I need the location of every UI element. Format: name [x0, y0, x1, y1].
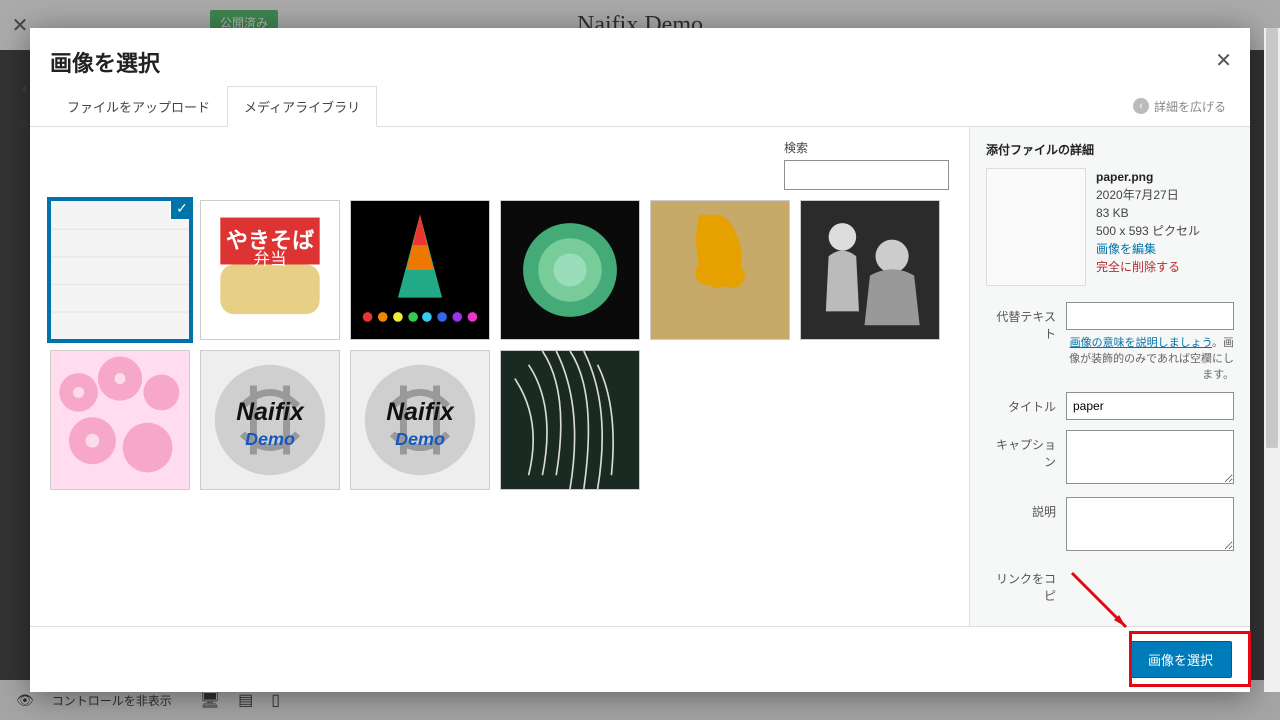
attachment-details: 添付ファイルの詳細 paper.png 2020年7月27日 83 KB 500…	[970, 127, 1250, 626]
close-icon[interactable]: ✕	[1215, 48, 1232, 73]
link-label: リンクをコピ	[986, 564, 1066, 604]
caption-label: キャプション	[986, 430, 1066, 470]
media-modal: 画像を選択 ✕ ファイルをアップロード メディアライブラリ ‹ 詳細を広げる 検…	[30, 28, 1250, 692]
thumb-bear[interactable]	[650, 200, 790, 340]
scrollbar-thumb[interactable]	[1266, 28, 1278, 448]
thumb-naifix-1[interactable]: Naifix Demo	[200, 350, 340, 490]
select-image-button[interactable]: 画像を選択	[1129, 641, 1232, 678]
modal-body: 検索 ✓ やきそば弁当	[30, 127, 1250, 626]
details-meta: paper.png 2020年7月27日 83 KB 500 x 593 ピクセ…	[1096, 168, 1200, 286]
media-library: 検索 ✓ やきそば弁当	[30, 127, 970, 626]
details-heading: 添付ファイルの詳細	[986, 141, 1234, 158]
details-size: 83 KB	[1096, 204, 1200, 222]
svg-text:Naifix: Naifix	[236, 399, 305, 426]
desc-label: 説明	[986, 497, 1066, 520]
chevron-left-icon: ‹	[1133, 98, 1149, 114]
svg-text:弁当: 弁当	[253, 249, 286, 268]
thumb-hair[interactable]	[500, 350, 640, 490]
thumbnail-grid: ✓ やきそば弁当	[50, 200, 949, 490]
search-input[interactable]	[784, 160, 949, 190]
svg-text:Demo: Demo	[395, 429, 445, 449]
search-label: 検索	[784, 139, 949, 156]
modal-toolbar: 画像を選択	[30, 626, 1250, 692]
details-date: 2020年7月27日	[1096, 186, 1200, 204]
details-filename: paper.png	[1096, 168, 1200, 186]
thumb-cabbage[interactable]	[500, 200, 640, 340]
thumb-sakura[interactable]	[50, 350, 190, 490]
scrollbar[interactable]	[1264, 28, 1280, 692]
modal-tabs: ファイルをアップロード メディアライブラリ ‹ 詳細を広げる	[30, 86, 1250, 127]
svg-text:Demo: Demo	[245, 429, 295, 449]
details-thumbnail	[986, 168, 1086, 286]
modal-header: 画像を選択 ✕	[30, 28, 1250, 86]
thumb-candles[interactable]	[350, 200, 490, 340]
caption-input[interactable]	[1066, 430, 1234, 484]
edit-image-link[interactable]: 画像を編集	[1096, 240, 1200, 258]
thumb-paper[interactable]: ✓	[50, 200, 190, 340]
svg-text:Naifix: Naifix	[386, 399, 455, 426]
alt-hint: 画像の意味を説明しましょう。画像が装飾的のみであれば空欄にします。	[1066, 334, 1234, 382]
desc-input[interactable]	[1066, 497, 1234, 551]
tab-library[interactable]: メディアライブラリ	[227, 86, 377, 127]
alt-label: 代替テキスト	[986, 302, 1066, 342]
tab-upload[interactable]: ファイルをアップロード	[50, 86, 227, 127]
modal-title: 画像を選択	[50, 46, 1230, 78]
details-dims: 500 x 593 ピクセル	[1096, 222, 1200, 240]
thumb-yakisoba[interactable]: やきそば弁当	[200, 200, 340, 340]
expand-details-label: 詳細を広げる	[1154, 98, 1226, 115]
thumb-naifix-2[interactable]: Naifix Demo	[350, 350, 490, 490]
alt-hint-link[interactable]: 画像の意味を説明しましょう	[1070, 337, 1212, 349]
title-input[interactable]	[1066, 392, 1234, 420]
title-label: タイトル	[986, 392, 1066, 415]
delete-image-link[interactable]: 完全に削除する	[1096, 258, 1200, 276]
expand-details[interactable]: ‹ 詳細を広げる	[1133, 86, 1230, 126]
alt-input[interactable]	[1066, 302, 1234, 330]
check-icon: ✓	[170, 200, 190, 220]
thumb-bw-people[interactable]	[800, 200, 940, 340]
